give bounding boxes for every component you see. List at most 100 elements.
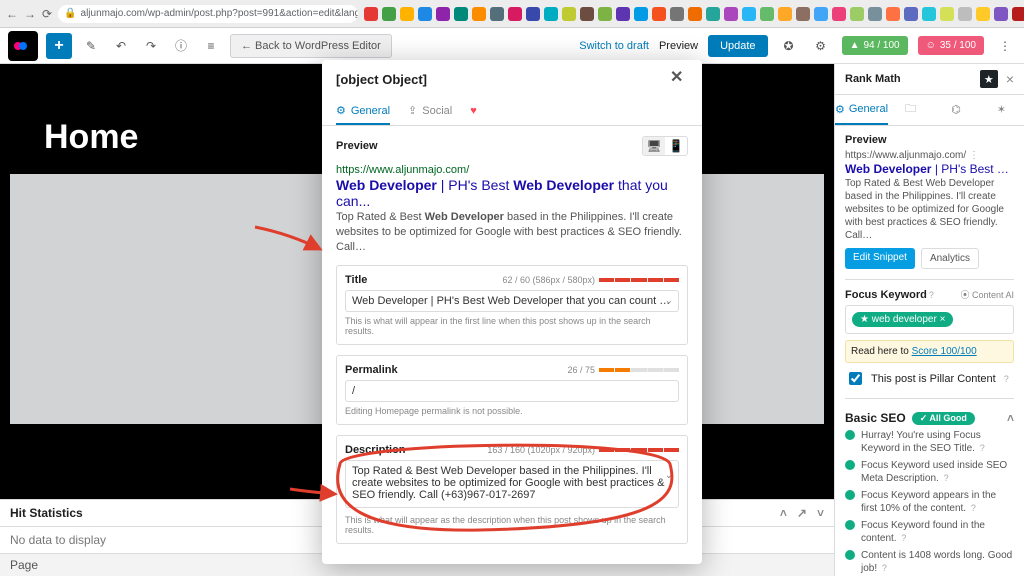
modal-tab-general[interactable]: ⚙General bbox=[336, 98, 390, 125]
preview-url: https://www.aljunmajo.com/ bbox=[336, 164, 688, 176]
extension-icon[interactable] bbox=[508, 7, 522, 21]
star-icon[interactable]: ★ bbox=[980, 70, 998, 88]
add-block-button[interactable]: + bbox=[46, 33, 72, 59]
extension-icon[interactable] bbox=[814, 7, 828, 21]
info-icon[interactable]: ⓘ bbox=[170, 35, 192, 57]
sidebar-tab-general[interactable]: ⚙General bbox=[835, 95, 888, 125]
extension-icon[interactable] bbox=[652, 7, 666, 21]
extension-icon[interactable] bbox=[796, 7, 810, 21]
undo-icon[interactable]: ↶ bbox=[110, 35, 132, 57]
chevron-up-icon[interactable]: ˄ bbox=[1007, 411, 1014, 425]
edit-snippet-button[interactable]: Edit Snippet bbox=[845, 248, 915, 269]
analytics-button[interactable]: Analytics bbox=[921, 248, 979, 269]
extension-icon[interactable] bbox=[994, 7, 1008, 21]
forward-icon[interactable]: → bbox=[24, 7, 36, 21]
extension-icon[interactable] bbox=[778, 7, 792, 21]
chevron-down-icon[interactable]: ⌄ bbox=[665, 470, 673, 481]
close-icon[interactable]: ✕ bbox=[670, 70, 688, 88]
yoast-icon[interactable]: ✪ bbox=[778, 35, 800, 57]
score-link[interactable]: Score 100/100 bbox=[912, 346, 977, 357]
close-sidebar-icon[interactable]: × bbox=[1006, 71, 1014, 87]
focus-keyword-tag[interactable]: ★ web developer × bbox=[852, 312, 953, 327]
extension-icon[interactable] bbox=[886, 7, 900, 21]
extension-icon[interactable] bbox=[706, 7, 720, 21]
external-icon[interactable]: ↗ bbox=[797, 506, 807, 520]
modal-tab-social[interactable]: ⇪Social bbox=[408, 98, 452, 125]
extensions-tray bbox=[364, 7, 1024, 21]
outline-icon[interactable]: ≡ bbox=[200, 35, 222, 57]
modal-tab-heart[interactable]: ♥ bbox=[470, 98, 477, 125]
extension-icon[interactable] bbox=[958, 7, 972, 21]
extension-icon[interactable] bbox=[940, 7, 954, 21]
switch-to-draft-link[interactable]: Switch to draft bbox=[579, 40, 649, 52]
extension-icon[interactable] bbox=[598, 7, 612, 21]
extension-icon[interactable] bbox=[670, 7, 684, 21]
extension-icon[interactable] bbox=[976, 7, 990, 21]
back-to-editor-button[interactable]: ← Back to WordPress Editor bbox=[230, 34, 392, 58]
pencil-icon[interactable]: ✎ bbox=[80, 35, 102, 57]
extension-icon[interactable] bbox=[526, 7, 540, 21]
back-icon[interactable]: ← bbox=[6, 7, 18, 21]
extension-icon[interactable] bbox=[472, 7, 486, 21]
extension-icon[interactable] bbox=[562, 7, 576, 21]
extension-icon[interactable] bbox=[616, 7, 630, 21]
extension-icon[interactable] bbox=[382, 7, 396, 21]
redo-icon[interactable]: ↷ bbox=[140, 35, 162, 57]
preview-link[interactable]: Preview bbox=[659, 40, 698, 52]
description-label: Description bbox=[345, 444, 406, 456]
extension-icon[interactable] bbox=[724, 7, 738, 21]
more-icon[interactable]: ⋮ bbox=[994, 35, 1016, 57]
extension-icon[interactable] bbox=[850, 7, 864, 21]
page-title[interactable]: Home bbox=[44, 118, 138, 157]
site-logo[interactable] bbox=[8, 31, 38, 61]
address-bar[interactable]: 🔒 aljunmajo.com/wp-admin/post.php?post=9… bbox=[58, 5, 358, 23]
modal-title: [object Object] bbox=[336, 72, 427, 87]
extension-icon[interactable] bbox=[418, 7, 432, 21]
heart-icon: ♥ bbox=[470, 105, 477, 117]
desktop-icon[interactable]: 🖥 bbox=[643, 137, 665, 155]
reload-icon[interactable]: ⟳ bbox=[42, 7, 52, 21]
extension-icon[interactable] bbox=[580, 7, 594, 21]
mobile-icon[interactable]: 📱 bbox=[665, 137, 687, 155]
preview-description: Top Rated & Best Web Developer based in … bbox=[336, 210, 688, 255]
extension-icon[interactable] bbox=[1012, 7, 1024, 21]
extension-icon[interactable] bbox=[454, 7, 468, 21]
chevron-down-icon[interactable]: ⌄ bbox=[665, 295, 673, 306]
sidebar-tab-social[interactable]: ✶ bbox=[979, 95, 1024, 125]
sidebar-tab-advanced[interactable]: 🗀 bbox=[888, 95, 933, 125]
extension-icon[interactable] bbox=[904, 7, 918, 21]
title-input[interactable]: Web Developer | PH's Best Web Developer … bbox=[345, 290, 679, 312]
rankmath-score-pill[interactable]: ▲ 94 / 100 bbox=[842, 36, 908, 55]
extension-icon[interactable] bbox=[634, 7, 648, 21]
title-field: Title 62 / 60 (586px / 580px) Web Develo… bbox=[336, 265, 688, 345]
chevron-up-icon[interactable]: ˄ bbox=[780, 506, 787, 520]
extension-icon[interactable] bbox=[436, 7, 450, 21]
focus-keyword-input[interactable]: ★ web developer × bbox=[845, 305, 1014, 334]
settings-gear-icon[interactable]: ⚙ bbox=[810, 35, 832, 57]
chevron-down-icon[interactable]: ˅ bbox=[817, 506, 824, 520]
permalink-input[interactable]: / bbox=[345, 380, 679, 402]
sidebar-preview-url: https://www.aljunmajo.com/ ⋮ bbox=[845, 150, 1014, 161]
extension-icon[interactable] bbox=[400, 7, 414, 21]
all-good-pill: ✓ All Good bbox=[912, 412, 975, 425]
extension-icon[interactable] bbox=[832, 7, 846, 21]
extension-icon[interactable] bbox=[364, 7, 378, 21]
update-button[interactable]: Update bbox=[708, 35, 767, 57]
basic-seo-header[interactable]: Basic SEO ✓ All Good ˄ bbox=[845, 411, 1014, 425]
extension-icon[interactable] bbox=[544, 7, 558, 21]
title-helper: This is what will appear in the first li… bbox=[345, 316, 679, 336]
extension-icon[interactable] bbox=[922, 7, 936, 21]
sidebar-tab-schema[interactable]: ⌬ bbox=[933, 95, 978, 125]
extension-icon[interactable] bbox=[688, 7, 702, 21]
score-notice: Read here to Score 100/100 bbox=[845, 340, 1014, 363]
extension-icon[interactable] bbox=[490, 7, 504, 21]
device-toggle[interactable]: 🖥 📱 bbox=[642, 136, 688, 156]
description-input[interactable] bbox=[345, 460, 679, 508]
pillar-checkbox[interactable]: This post is Pillar Content? bbox=[845, 369, 1014, 388]
readability-score-pill[interactable]: ☺ 35 / 100 bbox=[918, 36, 984, 55]
extension-icon[interactable] bbox=[868, 7, 882, 21]
extension-icon[interactable] bbox=[742, 7, 756, 21]
extension-icon[interactable] bbox=[760, 7, 774, 21]
content-ai-button[interactable]: ⦿ Content AI bbox=[960, 288, 1014, 301]
seo-check-item: Content is 1408 words long. Good job! ? bbox=[845, 549, 1014, 575]
